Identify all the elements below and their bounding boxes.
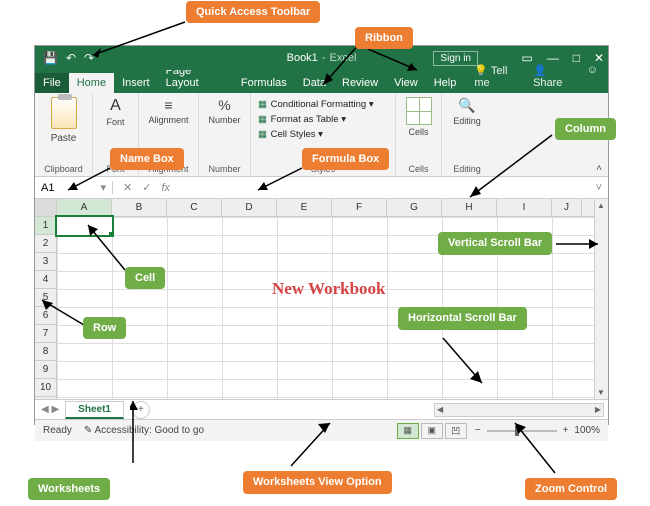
- collapse-ribbon-icon[interactable]: ˄: [596, 163, 602, 174]
- col-G[interactable]: G: [387, 199, 442, 216]
- paste-icon[interactable]: [51, 97, 77, 129]
- tab-insert[interactable]: Insert: [114, 73, 158, 93]
- zoom-control[interactable]: − + 100%: [467, 425, 608, 436]
- column-headers: A B C D E F G H I J: [35, 199, 594, 217]
- expand-formula-icon[interactable]: ˅: [590, 182, 608, 194]
- tell-me[interactable]: 💡 Tell me: [474, 64, 523, 89]
- status-bar: Ready ✎ Accessibility: Good to go ▦ ▣ 凹 …: [35, 419, 608, 441]
- select-all[interactable]: [35, 199, 57, 216]
- callout-column: Column: [555, 118, 616, 140]
- col-D[interactable]: D: [222, 199, 277, 216]
- callout-cell: Cell: [125, 267, 165, 289]
- col-H[interactable]: H: [442, 199, 497, 216]
- row-1[interactable]: 1: [35, 217, 56, 235]
- zoom-out-icon[interactable]: −: [475, 425, 481, 436]
- view-page-layout-icon[interactable]: ▣: [421, 423, 443, 439]
- callout-hscroll: Horizontal Scroll Bar: [398, 307, 527, 330]
- callout-worksheets: Worksheets: [28, 478, 110, 500]
- view-page-break-icon[interactable]: 凹: [445, 423, 467, 439]
- save-icon[interactable]: 💾: [43, 51, 58, 65]
- callout-view-option: Worksheets View Option: [243, 471, 392, 494]
- doc-title: Book1: [287, 52, 318, 64]
- row-2[interactable]: 2: [35, 235, 56, 253]
- active-cell[interactable]: [57, 217, 112, 235]
- sheet-tab[interactable]: Sheet1: [65, 401, 124, 419]
- share-button[interactable]: 👤 Share: [533, 64, 577, 89]
- col-F[interactable]: F: [332, 199, 387, 216]
- callout-row: Row: [83, 317, 126, 339]
- horizontal-scrollbar[interactable]: ◀▶: [434, 403, 604, 417]
- row-6[interactable]: 6: [35, 307, 56, 325]
- col-J[interactable]: J: [552, 199, 582, 216]
- vertical-scrollbar[interactable]: [594, 199, 608, 399]
- cell-styles[interactable]: ▦ Cell Styles ▾: [257, 127, 389, 142]
- group-clipboard: Clipboard: [41, 164, 86, 174]
- font-icon[interactable]: A: [110, 97, 121, 115]
- zoom-slider[interactable]: [487, 430, 557, 432]
- quick-access-toolbar: 💾 ↶ ↷: [35, 51, 102, 65]
- ribbon-tabs: File Home Insert Page Layout Formulas Da…: [35, 70, 608, 93]
- paste-button[interactable]: Paste: [51, 133, 77, 144]
- row-4[interactable]: 4: [35, 271, 56, 289]
- callout-ribbon: Ribbon: [355, 27, 413, 49]
- editing-icon[interactable]: 🔍: [458, 97, 475, 114]
- cells-icon[interactable]: [406, 97, 432, 125]
- sheet-tab-row: ◀ ▶ Sheet1 + ◀▶: [35, 399, 608, 419]
- row-8[interactable]: 8: [35, 343, 56, 361]
- tab-review[interactable]: Review: [334, 73, 386, 93]
- emoji-icon[interactable]: ☺: [587, 64, 598, 89]
- sheet-nav[interactable]: ◀ ▶: [35, 404, 65, 415]
- zoom-value[interactable]: 100%: [574, 425, 600, 436]
- col-E[interactable]: E: [277, 199, 332, 216]
- undo-icon[interactable]: ↶: [66, 51, 76, 65]
- row-9[interactable]: 9: [35, 361, 56, 379]
- new-workbook-text: New Workbook: [272, 279, 386, 299]
- callout-vscroll: Vertical Scroll Bar: [438, 232, 552, 255]
- cancel-icon[interactable]: ✕: [123, 181, 132, 194]
- col-A[interactable]: A: [57, 199, 112, 216]
- callout-zoom: Zoom Control: [525, 478, 617, 500]
- col-I[interactable]: I: [497, 199, 552, 216]
- view-buttons: ▦ ▣ 凹: [397, 423, 467, 439]
- status-ready: Ready: [43, 425, 72, 436]
- add-sheet-icon[interactable]: +: [132, 401, 150, 419]
- tab-help[interactable]: Help: [426, 73, 465, 93]
- zoom-in-icon[interactable]: +: [563, 425, 569, 436]
- row-10[interactable]: 10: [35, 379, 56, 397]
- callout-name-box: Name Box: [110, 148, 184, 170]
- alignment-icon[interactable]: ≡: [164, 97, 172, 113]
- row-headers: 1 2 3 4 5 6 7 8 9 10: [35, 217, 57, 399]
- enter-icon[interactable]: ✓: [142, 181, 151, 194]
- callout-quick-access: Quick Access Toolbar: [186, 1, 320, 23]
- col-B[interactable]: B: [112, 199, 167, 216]
- app-title: Excel: [329, 52, 356, 64]
- fx-icon[interactable]: fx: [161, 182, 170, 194]
- name-box[interactable]: A1▾: [35, 181, 113, 194]
- callout-formula-box: Formula Box: [302, 148, 389, 170]
- tab-data[interactable]: Data: [295, 73, 334, 93]
- tab-file[interactable]: File: [35, 73, 69, 93]
- row-5[interactable]: 5: [35, 289, 56, 307]
- row-7[interactable]: 7: [35, 325, 56, 343]
- conditional-formatting[interactable]: ▦ Conditional Formatting ▾: [257, 97, 389, 112]
- grid: A B C D E F G H I J 1 2 3 4 5 6 7: [35, 199, 608, 399]
- col-C[interactable]: C: [167, 199, 222, 216]
- tab-home[interactable]: Home: [69, 73, 114, 93]
- tab-formulas[interactable]: Formulas: [233, 73, 295, 93]
- format-as-table[interactable]: ▦ Format as Table ▾: [257, 112, 389, 127]
- row-3[interactable]: 3: [35, 253, 56, 271]
- redo-icon[interactable]: ↷: [84, 51, 94, 65]
- formula-bar: A1▾ ✕ ✓ fx ˅: [35, 177, 608, 199]
- status-accessibility: ✎ Accessibility: Good to go: [84, 425, 204, 436]
- view-normal-icon[interactable]: ▦: [397, 423, 419, 439]
- number-icon[interactable]: %: [218, 97, 230, 113]
- tab-view[interactable]: View: [386, 73, 426, 93]
